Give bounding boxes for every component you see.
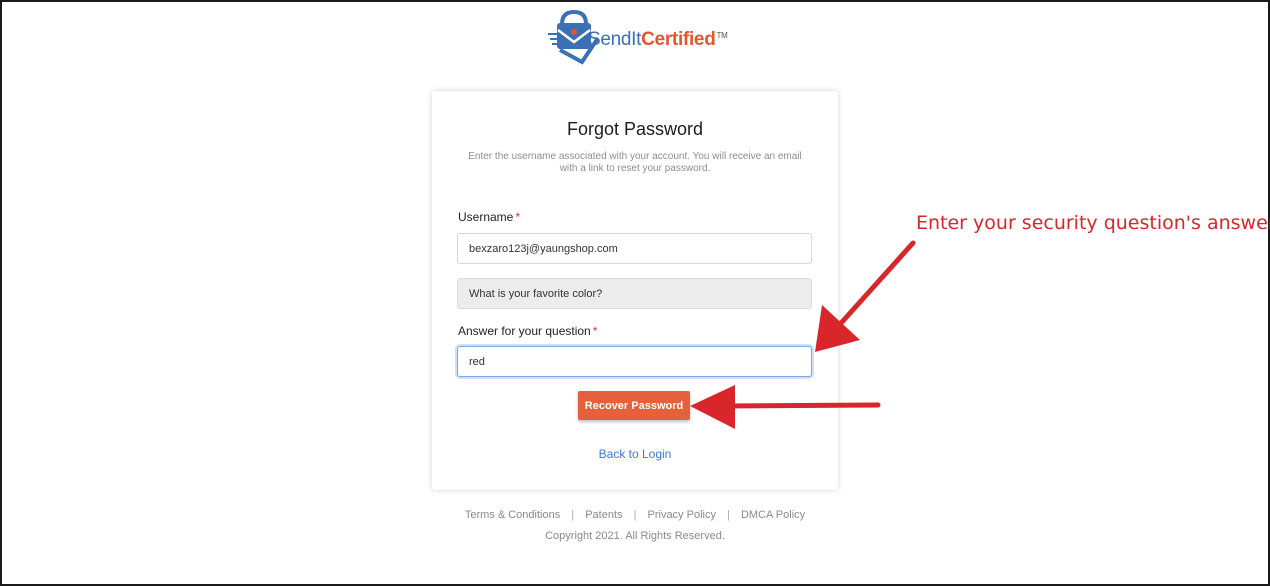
logo-trademark: TM: [716, 30, 728, 40]
required-marker: *: [592, 324, 598, 338]
footer-separator: |: [571, 509, 575, 521]
recover-password-button[interactable]: Recover Password: [578, 391, 690, 420]
footer-separator: |: [633, 509, 637, 521]
username-label-text: Username: [458, 210, 514, 224]
footer-separator: |: [727, 509, 730, 521]
logo-text-certified: Certified: [641, 29, 716, 50]
dmca-policy-link[interactable]: DMCA Policy: [741, 509, 805, 521]
privacy-policy-link[interactable]: Privacy Policy: [648, 509, 716, 521]
terms-link[interactable]: Terms & Conditions: [465, 509, 560, 521]
logo-text-sendit: SendIt: [588, 29, 642, 50]
page-subtitle: Enter the username associated with your …: [468, 151, 802, 174]
back-to-login-link[interactable]: Back to Login: [432, 447, 838, 461]
required-marker: *: [515, 210, 521, 224]
copyright-text: Copyright 2021. All Rights Reserved.: [545, 530, 725, 542]
patents-link[interactable]: Patents: [585, 509, 622, 521]
username-value: bexzaro123j@yaungshop.com: [469, 242, 618, 255]
forgot-password-card: Forgot Password Enter the username assoc…: [432, 91, 838, 490]
logo-wordmark: SendItCertifiedTM: [588, 29, 728, 51]
username-field[interactable]: bexzaro123j@yaungshop.com: [457, 233, 812, 264]
page-title: Forgot Password: [566, 119, 704, 139]
footer-links: Terms & Conditions | Patents | Privacy P…: [432, 509, 838, 521]
answer-value: red: [469, 355, 485, 368]
security-question-field: What is your favorite color?: [457, 278, 812, 309]
answer-label-text: Answer for your question: [458, 324, 591, 338]
answer-field[interactable]: red: [457, 346, 812, 377]
sendit-certified-logo: SendItCertifiedTM: [548, 10, 748, 66]
username-label: Username *: [458, 210, 520, 224]
annotation-text: Enter your security question's answer: [916, 212, 1270, 234]
security-question-text: What is your favorite color?: [469, 287, 603, 300]
answer-label: Answer for your question *: [458, 324, 597, 338]
